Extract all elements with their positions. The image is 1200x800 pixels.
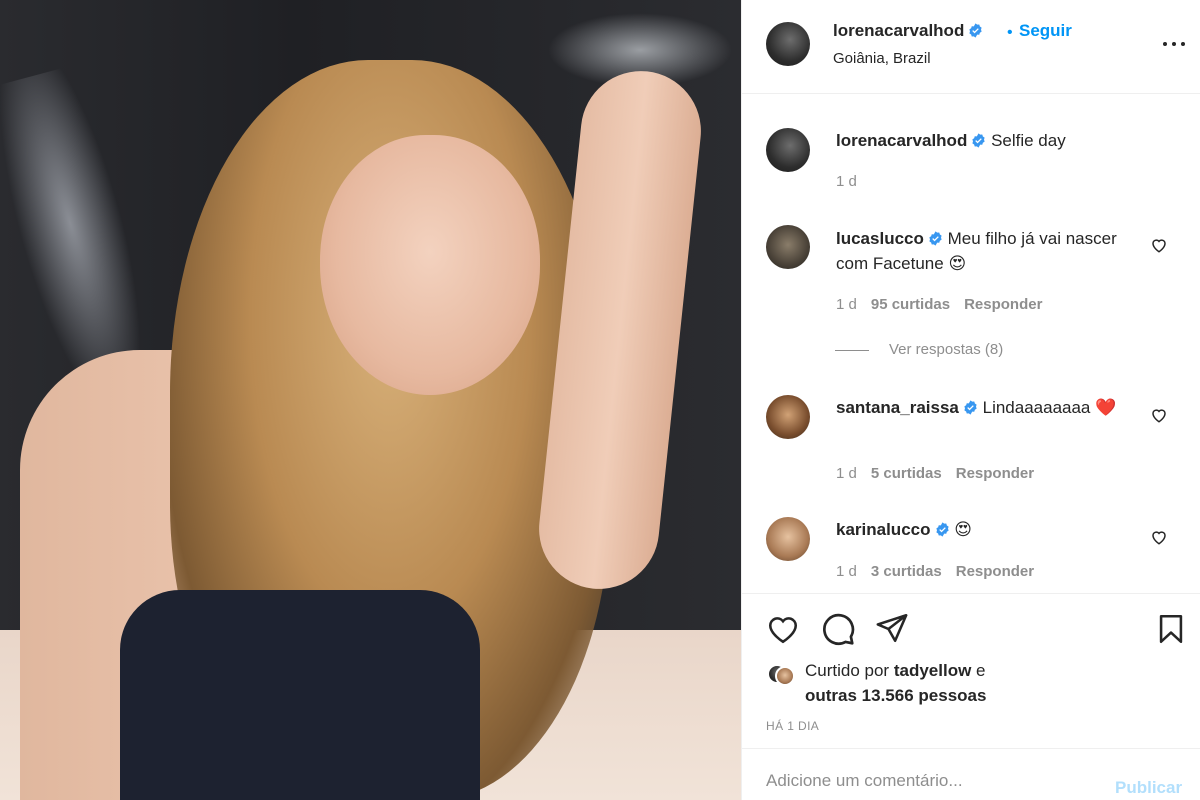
more-options-icon[interactable]: [1160, 34, 1190, 54]
post-header: lorenacarvalhod • Seguir Goiânia, Brazil: [742, 0, 1200, 94]
comment-icon[interactable]: [820, 611, 856, 647]
caption-time[interactable]: 1 d: [836, 173, 857, 190]
comment-time[interactable]: 1 d: [836, 563, 857, 580]
photo-face: [320, 135, 540, 395]
author-username[interactable]: lorenacarvalhod: [833, 21, 964, 40]
avatar[interactable]: [766, 128, 810, 172]
avatar[interactable]: [766, 22, 810, 66]
comment-username[interactable]: santana_raissa: [836, 398, 959, 417]
reply-button[interactable]: Responder: [956, 465, 1034, 482]
view-replies-label: Ver respostas (8): [889, 341, 1004, 358]
comment: karinalucco 😍: [836, 517, 1136, 542]
comment-text: Lindaaaaaaaa ❤️: [982, 398, 1117, 417]
verified-badge-icon: [964, 400, 977, 415]
comment-meta: 1 d 3 curtidas Responder: [836, 563, 1034, 580]
liked-by-conj: e: [976, 661, 986, 680]
avatar[interactable]: [766, 395, 810, 439]
comment-meta: 1 d 95 curtidas Responder: [836, 296, 1042, 313]
liked-by-prefix: Curtido por: [805, 661, 890, 680]
comment-text: 😍: [954, 520, 972, 539]
post-sidebar: lorenacarvalhod • Seguir Goiânia, Brazil…: [741, 0, 1200, 800]
post-location[interactable]: Goiânia, Brazil: [833, 50, 931, 67]
liked-by-summary[interactable]: Curtido por tadyellow e outras 13.566 pe…: [805, 658, 986, 708]
heart-icon[interactable]: [1150, 406, 1168, 424]
paper-plane-icon[interactable]: [875, 611, 909, 645]
publish-button[interactable]: Publicar: [1115, 778, 1182, 798]
comment-username[interactable]: karinalucco: [836, 520, 931, 539]
caption-username[interactable]: lorenacarvalhod: [836, 131, 967, 150]
liked-by-others[interactable]: outras 13.566 pessoas: [805, 686, 986, 705]
add-comment-bar: Publicar: [742, 748, 1200, 800]
verified-badge-icon: [969, 23, 982, 38]
follow-button[interactable]: Seguir: [1019, 21, 1072, 41]
comment-username[interactable]: lucaslucco: [836, 229, 924, 248]
heart-icon[interactable]: [1150, 236, 1168, 254]
author-row: lorenacarvalhod: [833, 21, 983, 41]
comment-input[interactable]: [766, 767, 1096, 795]
view-replies-button[interactable]: Ver respostas (8): [835, 341, 1003, 358]
comment-meta: 1 d 5 curtidas Responder: [836, 465, 1034, 482]
separator-dot: •: [1007, 24, 1013, 41]
post-actions: Curtido por tadyellow e outras 13.566 pe…: [742, 593, 1200, 743]
divider: [835, 349, 869, 351]
comment-time[interactable]: 1 d: [836, 465, 857, 482]
comments-list[interactable]: lorenacarvalhod Selfie day 1 d lucaslucc…: [742, 95, 1200, 593]
comment: santana_raissa Lindaaaaaaaa ❤️: [836, 395, 1136, 420]
comment-likes[interactable]: 5 curtidas: [871, 465, 942, 482]
reply-button[interactable]: Responder: [956, 563, 1034, 580]
heart-icon[interactable]: [765, 612, 801, 646]
post-photo[interactable]: [0, 0, 741, 800]
comment-time[interactable]: 1 d: [836, 296, 857, 313]
verified-badge-icon: [929, 231, 942, 246]
bookmark-icon[interactable]: [1154, 610, 1188, 648]
post-timestamp[interactable]: HÁ 1 DIA: [766, 719, 819, 733]
caption: lorenacarvalhod Selfie day: [836, 128, 1156, 153]
avatar: [775, 666, 795, 686]
liked-by-username[interactable]: tadyellow: [894, 661, 971, 680]
verified-badge-icon: [935, 522, 949, 537]
heart-icon[interactable]: [1150, 528, 1168, 546]
photo-clothing: [120, 590, 480, 800]
verified-badge-icon: [972, 133, 985, 148]
liked-by-avatars: [767, 664, 795, 688]
comment-likes[interactable]: 95 curtidas: [871, 296, 950, 313]
caption-text: Selfie day: [991, 131, 1066, 150]
avatar[interactable]: [766, 517, 810, 561]
comment-likes[interactable]: 3 curtidas: [871, 563, 942, 580]
comment: lucaslucco Meu filho já vai nascer com F…: [836, 226, 1136, 276]
reply-button[interactable]: Responder: [964, 296, 1042, 313]
avatar[interactable]: [766, 225, 810, 269]
